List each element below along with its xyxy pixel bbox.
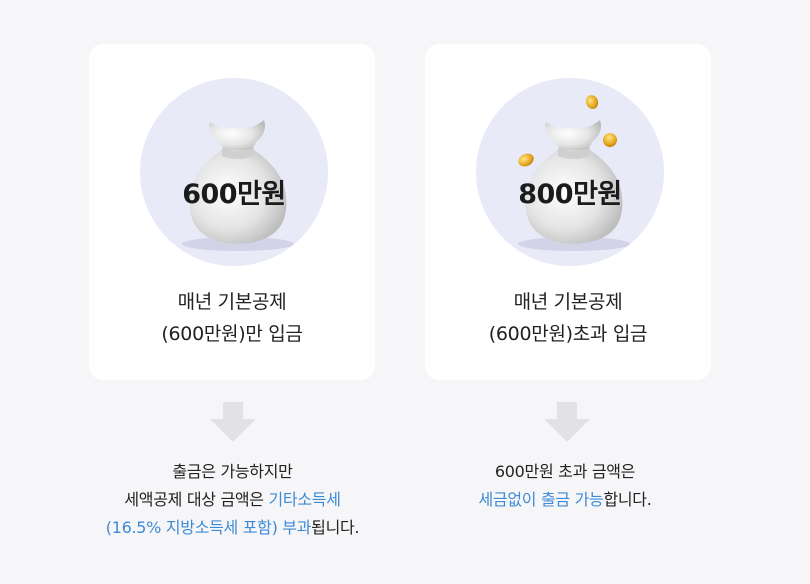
card-basic-deduction: 600만원 매년 기본공제 (600만원)만 입금 [89, 44, 375, 380]
amount-label: 800만원 [518, 179, 622, 210]
note-text: 세액공제 대상 금액은 [124, 490, 269, 509]
card-description: 매년 기본공제 (600만원)초과 입금 [425, 286, 711, 350]
amount-label: 600만원 [182, 179, 286, 210]
card-description: 매년 기본공제 (600만원)만 입금 [89, 286, 375, 350]
arrow-down-icon [210, 402, 256, 442]
arrow-down-icon [544, 402, 590, 442]
amount-circle: 600만원 [140, 78, 328, 266]
note-highlight: 세금없이 출금 가능 [478, 490, 604, 509]
note-text: 합니다. [603, 490, 652, 509]
note-line: (16.5% 지방소득세 포함) 부과됩니다. [70, 514, 395, 542]
note-highlight: (16.5% 지방소득세 포함) 부과 [105, 518, 312, 537]
card-description-line1: 매년 기본공제 [513, 291, 623, 313]
card-description-line2: (600만원)초과 입금 [488, 323, 648, 345]
note-line: 600만원 초과 금액은 [494, 462, 636, 481]
note-text: 됩니다. [311, 518, 360, 537]
note-line: 출금은 가능하지만 [172, 462, 293, 481]
note-line: 세금없이 출금 가능합니다. [410, 486, 720, 514]
card-description-line2: (600만원)만 입금 [161, 323, 303, 345]
coin-icon [518, 153, 534, 167]
card-over-deduction: 800만원 매년 기본공제 (600만원)초과 입금 [425, 44, 711, 380]
note-highlight: 기타소득세 [268, 490, 341, 509]
withdrawal-note-tax: 출금은 가능하지만 세액공제 대상 금액은 기타소득세 (16.5% 지방소득세… [70, 458, 395, 542]
coin-icon [603, 133, 617, 147]
note-line: 세액공제 대상 금액은 기타소득세 [70, 486, 395, 514]
withdrawal-note-taxfree: 600만원 초과 금액은 세금없이 출금 가능합니다. [410, 458, 720, 514]
coin-icon [585, 95, 599, 109]
amount-circle: 800만원 [476, 78, 664, 266]
card-description-line1: 매년 기본공제 [177, 291, 287, 313]
